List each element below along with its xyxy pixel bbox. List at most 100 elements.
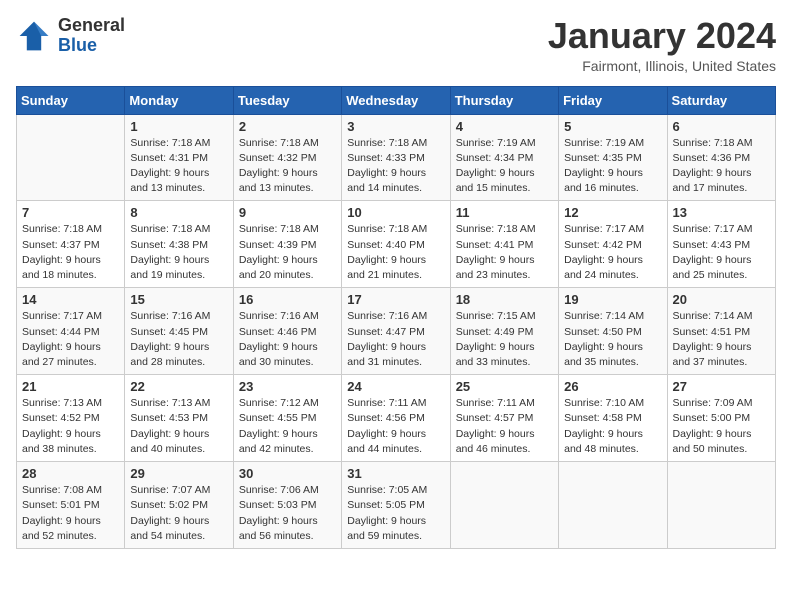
day-cell: 12 Sunrise: 7:17 AMSunset: 4:42 PMDayligh… [559, 201, 667, 288]
day-number: 11 [456, 205, 553, 220]
day-number: 4 [456, 119, 553, 134]
day-number: 20 [673, 292, 770, 307]
title-block: January 2024 Fairmont, Illinois, United … [548, 16, 776, 74]
header-tuesday: Tuesday [233, 86, 341, 114]
day-cell: 13Sunrise: 7:17 AMSunset: 4:43 PMDayligh… [667, 201, 775, 288]
day-cell: 14Sunrise: 7:17 AMSunset: 4:44 PMDayligh… [17, 288, 125, 375]
logo: General Blue [16, 16, 125, 56]
day-cell: 1 Sunrise: 7:18 AMSunset: 4:31 PMDaylight… [125, 114, 233, 201]
day-number: 10 [347, 205, 444, 220]
day-info: Sunrise: 7:18 AMSunset: 4:40 PMDaylight:… [347, 222, 444, 283]
day-info: Sunrise: 7:14 AMSunset: 4:50 PMDaylight:… [564, 309, 661, 370]
day-number: 12 [564, 205, 661, 220]
day-info: Sunrise: 7:16 AMSunset: 4:46 PMDaylight:… [239, 309, 336, 370]
logo-text: General Blue [58, 16, 125, 56]
day-info: Sunrise: 7:07 AMSunset: 5:02 PMDaylight:… [130, 483, 227, 544]
day-number: 27 [673, 379, 770, 394]
day-cell: 8 Sunrise: 7:18 AMSunset: 4:38 PMDaylight… [125, 201, 233, 288]
day-info: Sunrise: 7:10 AMSunset: 4:58 PMDaylight:… [564, 396, 661, 457]
day-info: Sunrise: 7:14 AMSunset: 4:51 PMDaylight:… [673, 309, 770, 370]
day-info: Sunrise: 7:18 AMSunset: 4:37 PMDaylight:… [22, 222, 119, 283]
day-cell: 22 Sunrise: 7:13 AMSunset: 4:53 PMDayligh… [125, 375, 233, 462]
header-monday: Monday [125, 86, 233, 114]
day-number: 8 [130, 205, 227, 220]
day-info: Sunrise: 7:13 AMSunset: 4:52 PMDaylight:… [22, 396, 119, 457]
day-info: Sunrise: 7:19 AMSunset: 4:34 PMDaylight:… [456, 136, 553, 197]
day-cell: 23 Sunrise: 7:12 AMSunset: 4:55 PMDayligh… [233, 375, 341, 462]
day-cell: 2 Sunrise: 7:18 AMSunset: 4:32 PMDaylight… [233, 114, 341, 201]
day-number: 24 [347, 379, 444, 394]
day-number: 30 [239, 466, 336, 481]
day-number: 1 [130, 119, 227, 134]
day-info: Sunrise: 7:16 AMSunset: 4:45 PMDaylight:… [130, 309, 227, 370]
day-number: 15 [130, 292, 227, 307]
day-info: Sunrise: 7:06 AMSunset: 5:03 PMDaylight:… [239, 483, 336, 544]
day-info: Sunrise: 7:18 AMSunset: 4:32 PMDaylight:… [239, 136, 336, 197]
day-number: 5 [564, 119, 661, 134]
day-info: Sunrise: 7:18 AMSunset: 4:39 PMDaylight:… [239, 222, 336, 283]
day-cell: 19 Sunrise: 7:14 AMSunset: 4:50 PMDayligh… [559, 288, 667, 375]
day-info: Sunrise: 7:17 AMSunset: 4:42 PMDaylight:… [564, 222, 661, 283]
day-number: 9 [239, 205, 336, 220]
day-cell: 16 Sunrise: 7:16 AMSunset: 4:46 PMDayligh… [233, 288, 341, 375]
header: General Blue January 2024 Fairmont, Illi… [16, 16, 776, 74]
day-number: 6 [673, 119, 770, 134]
day-cell [667, 462, 775, 549]
day-info: Sunrise: 7:15 AMSunset: 4:49 PMDaylight:… [456, 309, 553, 370]
header-sunday: Sunday [17, 86, 125, 114]
day-cell: 7 Sunrise: 7:18 AMSunset: 4:37 PMDaylight… [17, 201, 125, 288]
day-info: Sunrise: 7:09 AMSunset: 5:00 PMDaylight:… [673, 396, 770, 457]
day-number: 19 [564, 292, 661, 307]
day-cell: 3Sunrise: 7:18 AMSunset: 4:33 PMDaylight… [342, 114, 450, 201]
day-cell: 26 Sunrise: 7:10 AMSunset: 4:58 PMDayligh… [559, 375, 667, 462]
day-number: 18 [456, 292, 553, 307]
day-info: Sunrise: 7:18 AMSunset: 4:41 PMDaylight:… [456, 222, 553, 283]
day-info: Sunrise: 7:13 AMSunset: 4:53 PMDaylight:… [130, 396, 227, 457]
day-cell: 15 Sunrise: 7:16 AMSunset: 4:45 PMDayligh… [125, 288, 233, 375]
day-cell [559, 462, 667, 549]
day-number: 16 [239, 292, 336, 307]
day-cell: 27 Sunrise: 7:09 AMSunset: 5:00 PMDayligh… [667, 375, 775, 462]
calendar-title: January 2024 [548, 16, 776, 56]
day-cell: 31 Sunrise: 7:05 AMSunset: 5:05 PMDayligh… [342, 462, 450, 549]
day-number: 3 [347, 119, 444, 134]
day-cell: 5 Sunrise: 7:19 AMSunset: 4:35 PMDaylight… [559, 114, 667, 201]
day-info: Sunrise: 7:18 AMSunset: 4:38 PMDaylight:… [130, 222, 227, 283]
calendar-table: SundayMondayTuesdayWednesdayThursdayFrid… [16, 86, 776, 549]
day-number: 7 [22, 205, 119, 220]
day-cell: 30 Sunrise: 7:06 AMSunset: 5:03 PMDayligh… [233, 462, 341, 549]
week-row-4: 21Sunrise: 7:13 AMSunset: 4:52 PMDayligh… [17, 375, 776, 462]
day-number: 26 [564, 379, 661, 394]
day-cell: 11 Sunrise: 7:18 AMSunset: 4:41 PMDayligh… [450, 201, 558, 288]
day-info: Sunrise: 7:18 AMSunset: 4:31 PMDaylight:… [130, 136, 227, 197]
header-thursday: Thursday [450, 86, 558, 114]
day-info: Sunrise: 7:18 AMSunset: 4:36 PMDaylight:… [673, 136, 770, 197]
day-cell: 21Sunrise: 7:13 AMSunset: 4:52 PMDayligh… [17, 375, 125, 462]
day-cell: 28 Sunrise: 7:08 AMSunset: 5:01 PMDayligh… [17, 462, 125, 549]
header-friday: Friday [559, 86, 667, 114]
day-number: 25 [456, 379, 553, 394]
week-row-3: 14Sunrise: 7:17 AMSunset: 4:44 PMDayligh… [17, 288, 776, 375]
day-number: 31 [347, 466, 444, 481]
day-number: 22 [130, 379, 227, 394]
day-cell [450, 462, 558, 549]
day-number: 28 [22, 466, 119, 481]
day-cell: 10 Sunrise: 7:18 AMSunset: 4:40 PMDayligh… [342, 201, 450, 288]
day-info: Sunrise: 7:12 AMSunset: 4:55 PMDaylight:… [239, 396, 336, 457]
day-number: 14 [22, 292, 119, 307]
day-cell: 29Sunrise: 7:07 AMSunset: 5:02 PMDayligh… [125, 462, 233, 549]
day-cell: 17Sunrise: 7:16 AMSunset: 4:47 PMDayligh… [342, 288, 450, 375]
day-info: Sunrise: 7:05 AMSunset: 5:05 PMDaylight:… [347, 483, 444, 544]
week-row-1: 1 Sunrise: 7:18 AMSunset: 4:31 PMDaylight… [17, 114, 776, 201]
day-cell: 6 Sunrise: 7:18 AMSunset: 4:36 PMDaylight… [667, 114, 775, 201]
day-info: Sunrise: 7:19 AMSunset: 4:35 PMDaylight:… [564, 136, 661, 197]
day-info: Sunrise: 7:17 AMSunset: 4:43 PMDaylight:… [673, 222, 770, 283]
day-info: Sunrise: 7:08 AMSunset: 5:01 PMDaylight:… [22, 483, 119, 544]
day-cell: 24 Sunrise: 7:11 AMSunset: 4:56 PMDayligh… [342, 375, 450, 462]
day-number: 17 [347, 292, 444, 307]
day-cell [17, 114, 125, 201]
day-number: 23 [239, 379, 336, 394]
day-info: Sunrise: 7:11 AMSunset: 4:56 PMDaylight:… [347, 396, 444, 457]
header-wednesday: Wednesday [342, 86, 450, 114]
day-number: 2 [239, 119, 336, 134]
